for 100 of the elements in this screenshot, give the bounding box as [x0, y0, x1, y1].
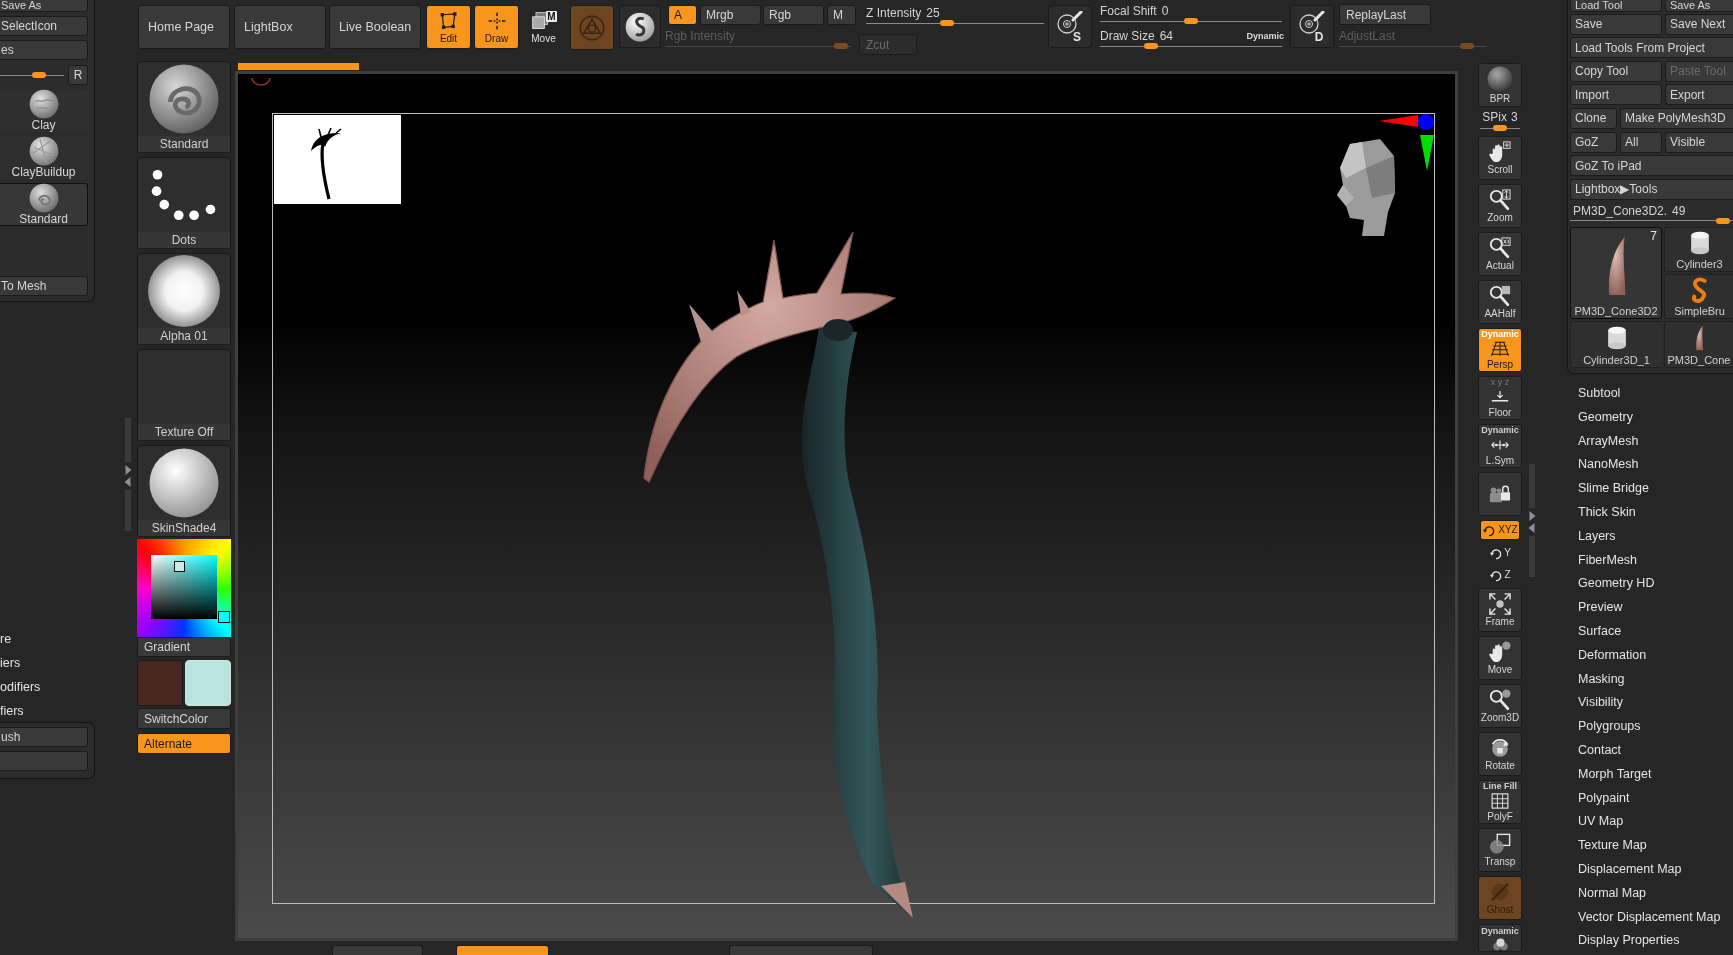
axis-button[interactable]: Z [1478, 566, 1522, 584]
tool-button[interactable]: Export [1665, 84, 1733, 106]
tool-button[interactable]: Visible [1665, 131, 1733, 153]
menu-item[interactable]: Polypaint [1567, 786, 1729, 811]
view-button[interactable]: Frame [1478, 588, 1522, 632]
replay-button[interactable]: ReplayLast [1339, 4, 1431, 25]
menu-item[interactable]: UV Map [1567, 810, 1729, 835]
color-mode-button[interactable]: Rgb [763, 5, 824, 25]
view-button[interactable]: Transp [1478, 828, 1522, 872]
slider-thumb[interactable] [32, 72, 46, 78]
menu-item[interactable]: Morph Target [1567, 762, 1729, 787]
tool-button[interactable]: Save [1570, 13, 1662, 35]
tool-button[interactable]: GoZ [1570, 131, 1617, 153]
material-button[interactable] [619, 5, 661, 48]
shelf-item[interactable]: SkinShade4 [137, 445, 231, 537]
tool-button[interactable]: Import [1570, 84, 1662, 106]
menu-item[interactable]: re [0, 627, 60, 651]
r-button[interactable]: R [68, 65, 88, 85]
menu-item[interactable]: Visibility [1567, 691, 1729, 716]
panel-button[interactable]: SelectIcon [0, 16, 88, 36]
tool-button[interactable]: Make PolyMesh3D [1620, 107, 1733, 129]
tool-button[interactable]: GoZ To iPad [1570, 155, 1733, 177]
tool-button[interactable]: Copy Tool [1570, 60, 1662, 82]
tool-button[interactable]: All [1620, 131, 1662, 153]
menu-item[interactable]: Surface [1567, 619, 1729, 644]
color-mode-button[interactable]: A [668, 5, 697, 25]
tool-thumbnail[interactable]: Cylinder3 [1664, 226, 1733, 272]
menu-item[interactable]: Thick Skin [1567, 501, 1729, 525]
view-button[interactable]: Zoom [1478, 184, 1522, 228]
menu-item[interactable]: Masking [1567, 667, 1729, 692]
view-button[interactable]: Dynamic Persp [1478, 328, 1522, 372]
slider-track[interactable] [1570, 216, 1733, 225]
panel-button[interactable]: ush [0, 727, 88, 747]
menu-item[interactable]: Contact [1567, 738, 1729, 763]
shelf-item[interactable]: Dots [137, 157, 231, 249]
view-button[interactable]: Dynamic [1478, 924, 1522, 952]
mode-button[interactable]: Draw [474, 5, 519, 49]
tool-thumbnail[interactable]: PM3D_Cone [1664, 320, 1733, 368]
color-mode-button[interactable]: M [827, 5, 856, 25]
view-button[interactable]: Actual [1478, 232, 1522, 276]
color-picker[interactable] [137, 539, 231, 637]
menu-item[interactable]: Layers [1567, 524, 1729, 549]
brush-item[interactable]: ClayBuildup [0, 136, 88, 179]
menu-item[interactable]: Displacement Map [1567, 857, 1729, 882]
menu-item[interactable]: odifiers [0, 675, 60, 699]
menu-item[interactable]: Geometry HD [1567, 572, 1729, 597]
axis-button[interactable]: Y [1478, 544, 1522, 562]
view-button[interactable]: Dynamic L.Sym [1478, 424, 1522, 468]
menu-item[interactable]: NanoMesh [1567, 453, 1729, 478]
slider-thumb[interactable] [1184, 18, 1198, 24]
brush-item[interactable]: Standard [0, 183, 88, 226]
menu-item[interactable]: Preview [1567, 596, 1729, 620]
menu-item[interactable]: iers [0, 651, 60, 675]
menu-item[interactable]: Slime Bridge [1567, 477, 1729, 501]
tool-thumbnail[interactable]: Cylinder3D_1 [1570, 320, 1662, 368]
menu-item[interactable]: Deformation [1567, 643, 1729, 668]
axis-button[interactable]: XYZ [1480, 520, 1520, 540]
gradient-button[interactable]: Gradient [137, 637, 231, 657]
tool-button[interactable]: Lightbox▶Tools [1570, 178, 1733, 200]
stroke-button[interactable]: D [1290, 5, 1334, 48]
bottom-tab[interactable] [456, 945, 549, 955]
menu-item[interactable]: ArrayMesh [1567, 429, 1729, 454]
tool-button[interactable]: Load Tool [1570, 0, 1662, 12]
menu-item[interactable]: Polygroups [1567, 715, 1729, 739]
menu-item[interactable]: Normal Map [1567, 881, 1729, 906]
panel-button[interactable]: To Mesh [0, 276, 88, 296]
menu-item[interactable]: Geometry [1567, 405, 1729, 430]
menu-item[interactable]: Display Properties [1567, 929, 1729, 954]
mode-button[interactable]: Edit [426, 5, 471, 49]
slider-thumb[interactable] [1715, 217, 1730, 224]
view-button[interactable]: Rotate [1478, 732, 1522, 776]
tool-button[interactable]: Save As [1665, 0, 1733, 12]
panel-button[interactable]: Save As [0, 0, 88, 12]
tool-button[interactable]: Load Tools From Project [1570, 37, 1733, 59]
color-mode-button[interactable]: Mrgb [700, 5, 761, 25]
picker-marker-icon[interactable] [218, 611, 230, 623]
menu-item[interactable]: Vector Displacement Map [1567, 905, 1729, 930]
collapse-handle[interactable] [1528, 464, 1536, 577]
tool-thumbnail[interactable]: SimpleBru [1664, 273, 1733, 319]
switch-color-button[interactable]: SwitchColor [137, 708, 231, 729]
tool-thumbnail[interactable]: PM3D_Cone3D2 7 [1570, 226, 1662, 319]
slider-thumb[interactable] [939, 20, 954, 26]
stroke-button[interactable]: S [1048, 5, 1092, 48]
picker-marker-icon[interactable] [174, 561, 185, 572]
toolbar-button[interactable]: LightBox [234, 5, 326, 49]
tool-button[interactable]: Save Next [1665, 13, 1733, 35]
panel-button[interactable]: es [0, 40, 88, 60]
view-button[interactable]: Scroll [1478, 136, 1522, 180]
shelf-item[interactable]: Standard [137, 61, 231, 153]
view-button[interactable] [1478, 472, 1522, 516]
brush-item[interactable]: Clay [0, 89, 88, 132]
mode-button[interactable]: M Move [525, 5, 562, 49]
tool-button[interactable]: Clone [1570, 107, 1617, 129]
view-button[interactable]: Move [1478, 636, 1522, 680]
menu-item[interactable]: FiberMesh [1567, 548, 1729, 573]
slider-thumb[interactable] [1143, 43, 1158, 49]
toolbar-button[interactable]: Live Boolean [329, 5, 421, 49]
menu-item[interactable]: Texture Map [1567, 834, 1729, 858]
menu-item[interactable]: fiers [0, 699, 60, 723]
shade-square[interactable] [151, 555, 217, 619]
